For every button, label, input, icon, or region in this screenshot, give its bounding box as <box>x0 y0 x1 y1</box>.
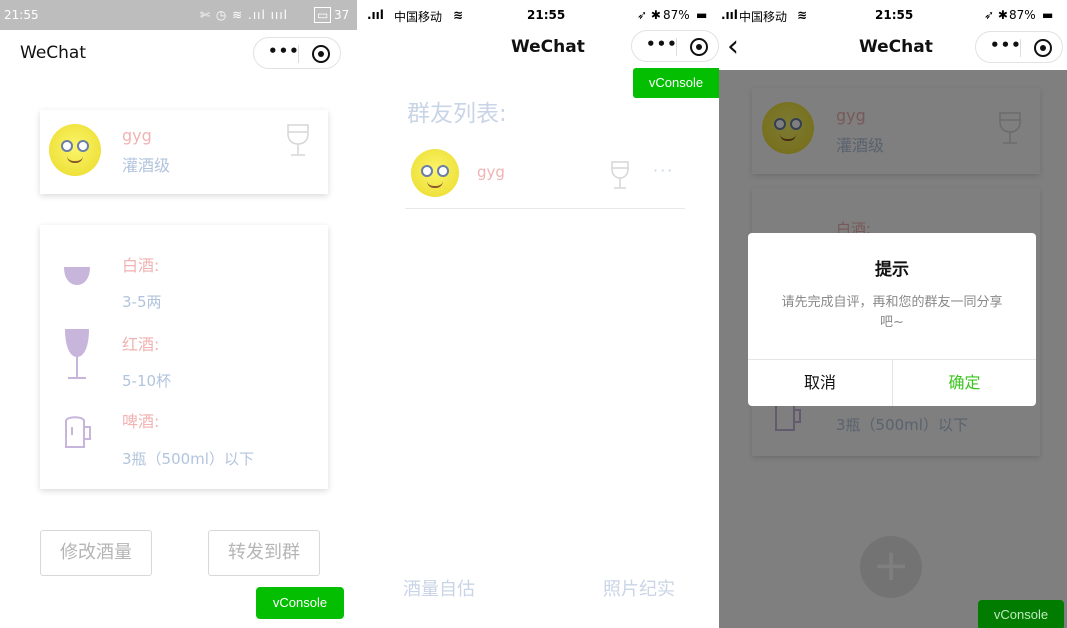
dialog-message: 请先完成自评，再和您的群友一同分享吧~ <box>781 295 1003 330</box>
battery-icon: ▭ <box>314 7 332 23</box>
signal-icon: .ııl <box>367 8 384 22</box>
close-target-icon[interactable] <box>690 38 708 56</box>
vconsole-button[interactable]: vConsole <box>633 68 719 98</box>
status-bar: .ııl 中国移动 ≋ 21:55 ➶ ✱ 87% ▬ <box>719 0 1067 30</box>
page-title: WeChat <box>859 37 933 57</box>
more-menu-icon[interactable]: ••• <box>990 36 1022 54</box>
status-bar: .ııl 中国移动 ≋ 21:55 ➶ ✱ 87% ▬ <box>361 0 719 30</box>
wifi-icon: ≋ <box>797 8 808 22</box>
page-title: WeChat <box>20 43 86 63</box>
profile-card: gyg 灌酒级 <box>40 110 328 194</box>
avatar-mouth <box>67 156 83 163</box>
vconsole-button[interactable]: vConsole <box>978 600 1064 628</box>
status-bar: 21:55 ✄ ◷ ≋ .ııl ıııl ▭ 37 <box>0 0 357 30</box>
mini-program-capsule: ••• <box>975 31 1063 63</box>
vconsole-button[interactable]: vConsole <box>256 587 344 619</box>
page-title: WeChat <box>511 37 585 57</box>
more-options-icon[interactable]: ··· <box>653 161 674 180</box>
status-icons: ✄ ◷ ≋ .ııl ıııl <box>200 8 288 22</box>
wine-glass-icon <box>287 124 309 156</box>
screen-share-prompt: .ııl 中国移动 ≋ 21:55 ➶ ✱ 87% ▬ ‹ WeChat •••… <box>719 0 1067 628</box>
confirm-button[interactable]: 确定 <box>893 360 1036 406</box>
status-time: 21:55 <box>875 8 914 22</box>
battery-icon: ▬ <box>1042 8 1054 22</box>
battery-level: 37 <box>334 8 350 22</box>
tab-self-assess[interactable]: 酒量自估 <box>403 575 475 601</box>
member-name: gyg <box>477 163 505 181</box>
forward-to-group-button[interactable]: 转发到群 <box>208 530 320 576</box>
battery-icon: ▬ <box>696 8 708 22</box>
close-target-icon[interactable] <box>312 45 330 63</box>
carrier-name: 中国移动 <box>739 10 788 24</box>
drink-label-beer: 啤酒: <box>122 412 160 431</box>
back-arrow-icon[interactable]: ‹ <box>727 30 739 64</box>
close-target-icon[interactable] <box>1034 39 1052 57</box>
avatar-mouth <box>427 181 443 188</box>
profile-name: gyg <box>122 126 152 145</box>
screen-group-members: .ııl 中国移动 ≋ 21:55 ➶ ✱ 87% ▬ WeChat ••• v… <box>361 0 719 628</box>
capsule-divider <box>298 45 299 63</box>
tab-photo-record[interactable]: 照片纪实 <box>603 575 675 601</box>
modify-capacity-button[interactable]: 修改酒量 <box>40 530 152 576</box>
status-time: 21:55 <box>4 8 39 22</box>
group-list-title: 群友列表: <box>407 101 507 127</box>
location-bluetooth-icons: ➶ ✱ <box>984 8 1008 22</box>
more-menu-icon[interactable]: ••• <box>268 42 300 60</box>
capsule-divider <box>1020 39 1021 57</box>
avatar-eye <box>437 165 449 177</box>
drink-label-red-wine: 红酒: <box>122 335 160 354</box>
group-member-row[interactable]: gyg ··· <box>405 145 685 209</box>
red-wine-glass-icon <box>65 329 89 379</box>
wifi-icon: ≋ <box>453 8 464 22</box>
avatar-eye <box>421 165 433 177</box>
battery-level: 87% <box>1009 8 1036 22</box>
screen-profile: 21:55 ✄ ◷ ≋ .ııl ıııl ▭ 37 WeChat ••• gy… <box>0 0 357 628</box>
cancel-button[interactable]: 取消 <box>748 360 892 406</box>
carrier-name: 中国移动 <box>394 10 443 24</box>
avatar <box>411 149 459 197</box>
status-time: 21:55 <box>527 8 566 22</box>
drink-label-baijiu: 白酒: <box>122 256 160 275</box>
battery-level: 87% <box>663 8 690 22</box>
avatar-eye <box>61 140 73 152</box>
drink-amount-beer: 3瓶（500ml）以下 <box>122 450 254 468</box>
prompt-dialog: 提示 请先完成自评，再和您的群友一同分享吧~ 取消 确定 <box>748 233 1036 406</box>
drink-capacity-card: 白酒: 3-5两 红酒: 5-10杯 啤酒: 3瓶（500ml）以下 <box>40 225 328 489</box>
wine-glass-icon <box>611 161 629 189</box>
avatar <box>49 124 101 176</box>
drink-amount-baijiu: 3-5两 <box>122 293 162 311</box>
drink-amount-red-wine: 5-10杯 <box>122 372 172 390</box>
baijiu-bowl-icon <box>64 267 90 285</box>
dialog-title: 提示 <box>875 260 909 280</box>
beer-mug-icon <box>65 416 91 448</box>
mini-program-capsule: ••• <box>631 30 719 62</box>
signal-icon: .ııl <box>721 8 738 22</box>
location-bluetooth-icons: ➶ ✱ <box>637 8 661 22</box>
more-menu-icon[interactable]: ••• <box>646 35 678 53</box>
capsule-divider <box>676 38 677 56</box>
avatar-eye <box>77 140 89 152</box>
mini-program-capsule: ••• <box>253 37 341 69</box>
profile-level: 灌酒级 <box>122 156 171 175</box>
